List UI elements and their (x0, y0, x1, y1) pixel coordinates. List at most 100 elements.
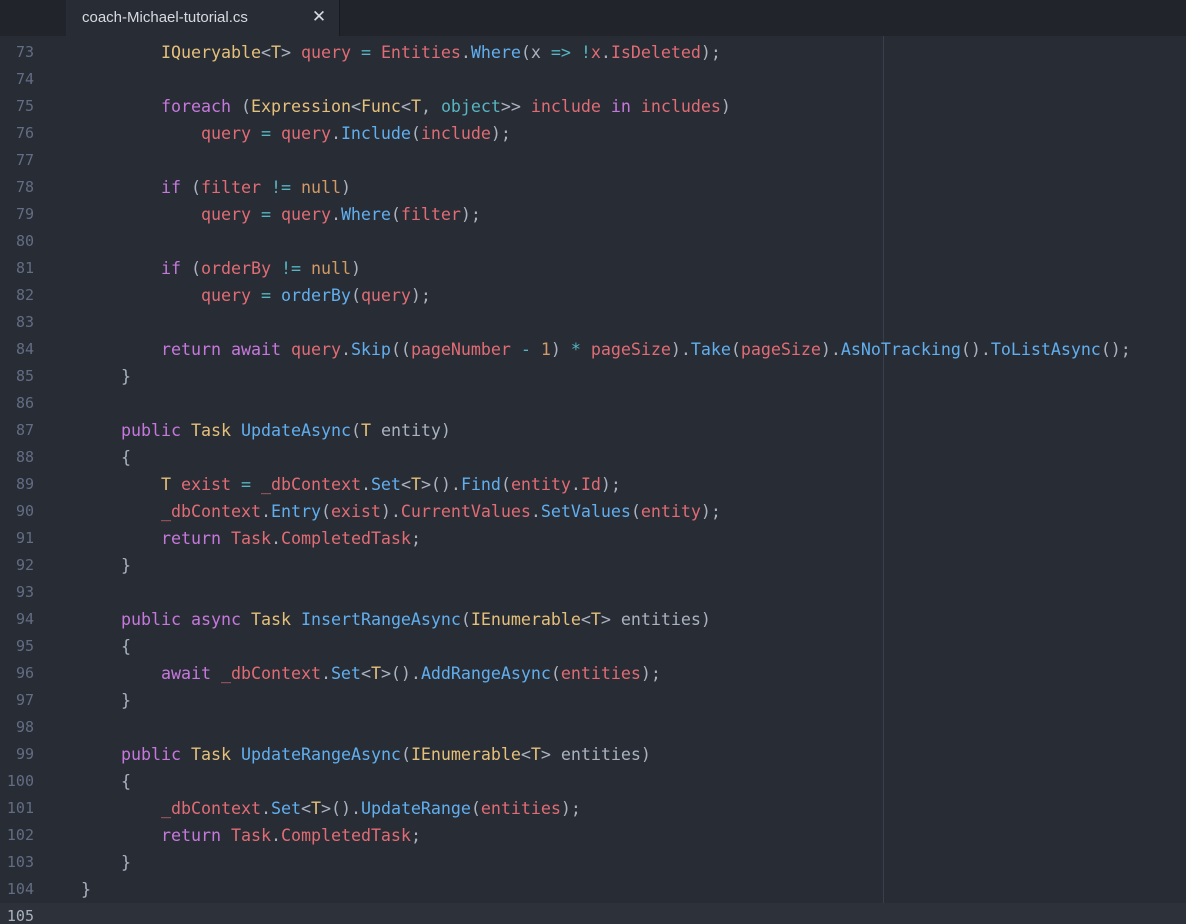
code-token: Task (190, 744, 231, 764)
code-token: ( (500, 474, 511, 494)
line-number: 84 (15, 340, 34, 358)
code-line[interactable]: 87 public Task UpdateAsync(T entity) (0, 417, 1186, 444)
code-line[interactable]: 89 T exist = _dbContext.Set<T>().Find(en… (0, 471, 1186, 498)
code-token: query (360, 285, 411, 305)
code-line[interactable]: 97 } (0, 687, 1186, 714)
code-line[interactable]: 73 IQueryable<T> query = Entities.Where(… (0, 39, 1186, 66)
code-line[interactable]: 90 _dbContext.Entry(exist).CurrentValues… (0, 498, 1186, 525)
code-token: . (330, 123, 341, 143)
code-line[interactable]: 79 query = query.Where(filter); (0, 201, 1186, 228)
code-line[interactable]: 83 (0, 309, 1186, 336)
code-editor[interactable]: 73 IQueryable<T> query = Entities.Where(… (0, 36, 1186, 924)
code-line[interactable]: 93 (0, 579, 1186, 606)
code-line[interactable]: 88 { (0, 444, 1186, 471)
tab-active-file[interactable]: coach-Michael-tutorial.cs ✕ (66, 0, 340, 36)
line-number: 78 (15, 178, 34, 196)
line-number: 99 (15, 745, 34, 763)
code-token: public (121, 744, 181, 764)
code-token: 1 (540, 339, 551, 359)
code-line[interactable]: 104} (0, 876, 1186, 903)
code-token: . (260, 501, 271, 521)
code-token: T (160, 474, 171, 494)
code-token: foreach (160, 96, 231, 116)
code-token: async (190, 609, 241, 629)
line-number: 76 (15, 124, 34, 142)
code-line[interactable]: 81 if (orderBy != null) (0, 255, 1186, 282)
code-text: return Task.CompletedTask; (81, 525, 421, 552)
code-line[interactable]: 75 foreach (Expression<Func<T, object>> … (0, 93, 1186, 120)
code-token: UpdateRange (360, 798, 471, 818)
code-token: ( (350, 420, 361, 440)
code-token: ; (410, 528, 421, 548)
code-line[interactable]: 74 (0, 66, 1186, 93)
code-token: ); (700, 501, 721, 521)
code-line[interactable]: 84 return await query.Skip((pageNumber -… (0, 336, 1186, 363)
code-token: Task (250, 609, 291, 629)
code-line[interactable]: 100 { (0, 768, 1186, 795)
code-text: IQueryable<T> query = Entities.Where(x =… (81, 39, 721, 66)
code-token: ); (640, 663, 661, 683)
code-token: } (121, 690, 131, 710)
code-line[interactable]: 77 (0, 147, 1186, 174)
code-token: < (300, 798, 311, 818)
code-token: > (280, 42, 301, 62)
line-number: 77 (15, 151, 34, 169)
code-token: ) (340, 177, 351, 197)
code-line[interactable]: 85 } (0, 363, 1186, 390)
code-line[interactable]: 103 } (0, 849, 1186, 876)
code-token: Include (340, 123, 411, 143)
code-text: } (81, 552, 131, 579)
line-number: 94 (15, 610, 34, 628)
code-token: _dbContext (160, 501, 261, 521)
code-line[interactable]: 82 query = orderBy(query); (0, 282, 1186, 309)
code-line[interactable]: 101 _dbContext.Set<T>().UpdateRange(enti… (0, 795, 1186, 822)
code-line[interactable]: 98 (0, 714, 1186, 741)
code-token: return (160, 339, 221, 359)
code-token: ( (730, 339, 741, 359)
code-line[interactable]: 76 query = query.Include(include); (0, 120, 1186, 147)
code-token: . (320, 663, 331, 683)
code-token: > entities) (600, 609, 711, 629)
code-token: >(). (380, 663, 421, 683)
code-line[interactable]: 86 (0, 390, 1186, 417)
code-text: T exist = _dbContext.Set<T>().Find(entit… (81, 471, 621, 498)
code-token: Task (230, 825, 271, 845)
code-token: ). (380, 501, 401, 521)
code-token: pageSize (740, 339, 821, 359)
code-line[interactable]: 92 } (0, 552, 1186, 579)
code-token: query (280, 123, 331, 143)
code-token: entity (640, 501, 701, 521)
code-token: IQueryable (160, 42, 261, 62)
code-line[interactable]: 96 await _dbContext.Set<T>().AddRangeAsy… (0, 660, 1186, 687)
close-icon[interactable]: ✕ (309, 6, 329, 28)
code-line[interactable]: 80 (0, 228, 1186, 255)
code-line[interactable]: 94 public async Task InsertRangeAsync(IE… (0, 606, 1186, 633)
code-text: public Task UpdateAsync(T entity) (81, 417, 451, 444)
code-token: < (400, 96, 411, 116)
code-line[interactable]: 105 (0, 903, 1186, 924)
line-number: 75 (15, 97, 34, 115)
code-token: query (290, 339, 341, 359)
code-line[interactable]: 99 public Task UpdateRangeAsync(IEnumera… (0, 741, 1186, 768)
code-text: public Task UpdateRangeAsync(IEnumerable… (81, 741, 651, 768)
code-token: ); (600, 474, 621, 494)
code-token: await (160, 663, 211, 683)
code-text: _dbContext.Entry(exist).CurrentValues.Se… (81, 498, 721, 525)
code-line[interactable]: 102 return Task.CompletedTask; (0, 822, 1186, 849)
code-token: include (530, 96, 601, 116)
code-line[interactable]: 91 return Task.CompletedTask; (0, 525, 1186, 552)
code-line[interactable]: 95 { (0, 633, 1186, 660)
code-token: < (360, 663, 371, 683)
code-line[interactable]: 78 if (filter != null) (0, 174, 1186, 201)
code-token: Task (190, 420, 231, 440)
